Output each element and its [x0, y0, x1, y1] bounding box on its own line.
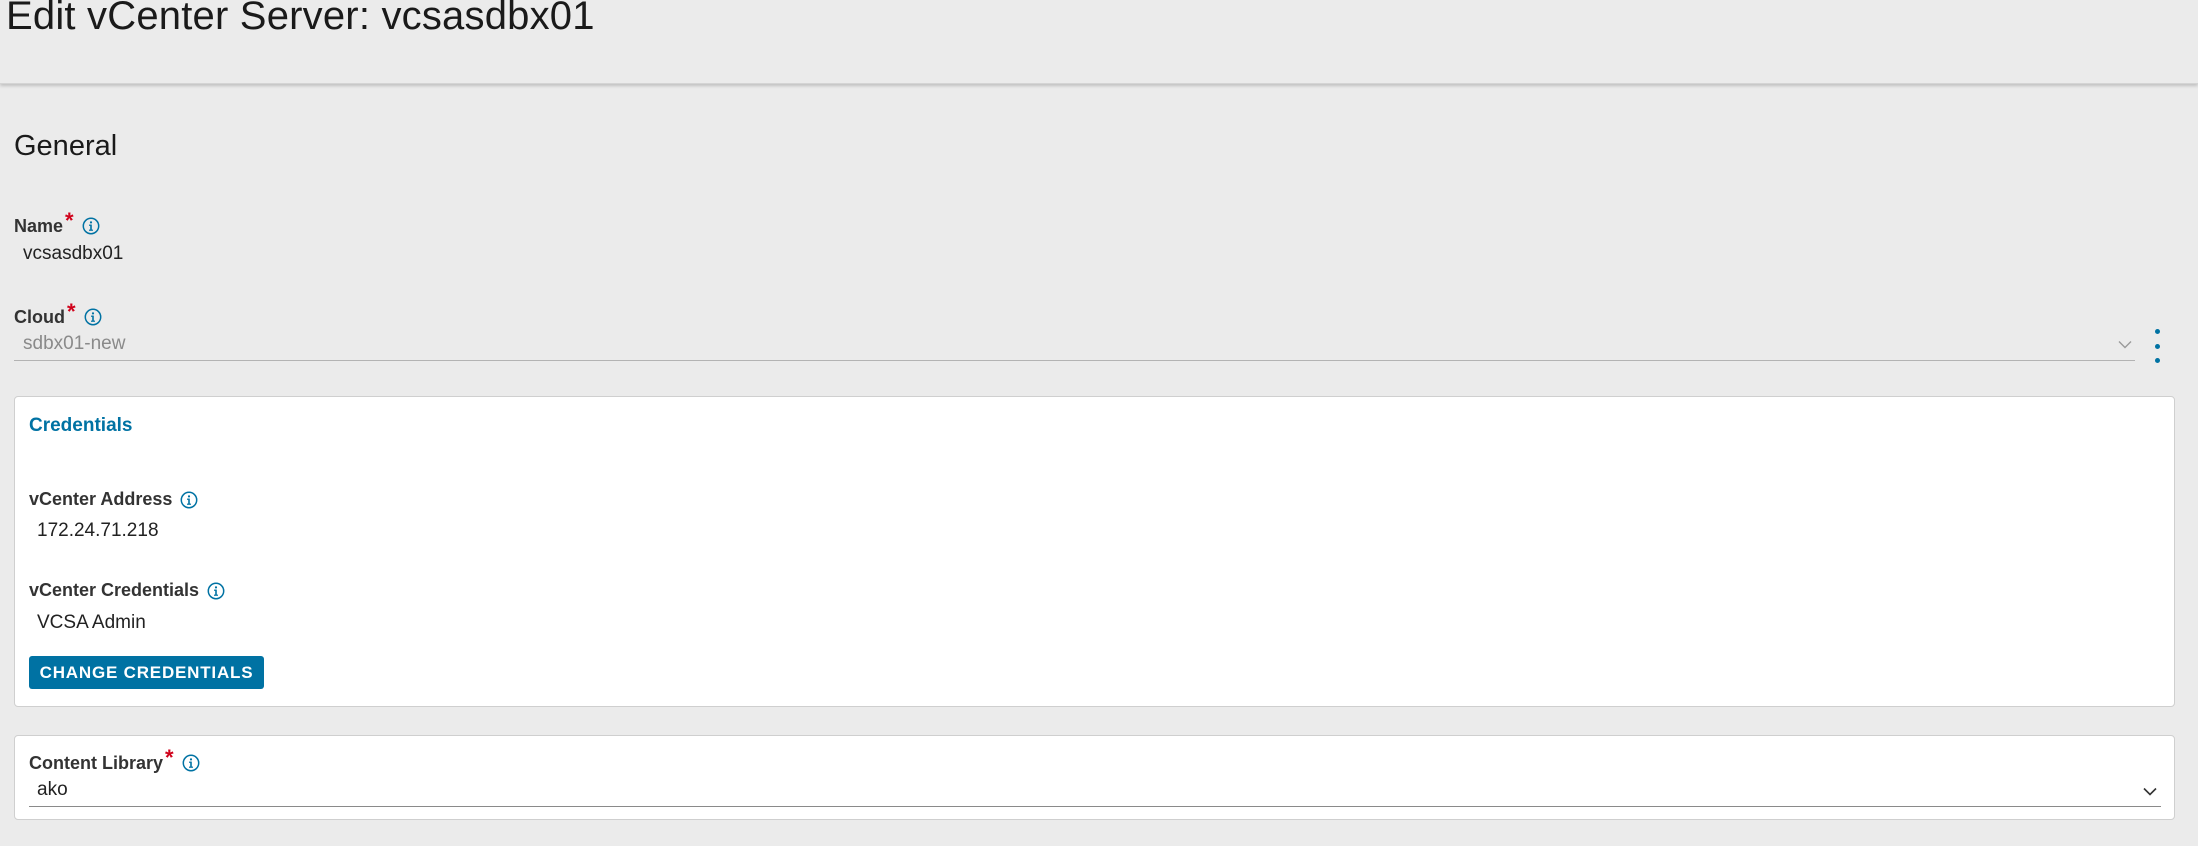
required-marker: * [65, 208, 74, 233]
vertical-ellipsis-icon-dot [2154, 358, 2160, 363]
vertical-ellipsis-icon-dot [2154, 329, 2160, 334]
required-marker: * [67, 299, 76, 324]
content-library-select[interactable]: ako [29, 776, 2161, 807]
cloud-field-label: Cloud * [14, 299, 102, 330]
info-icon[interactable] [207, 582, 225, 600]
page-title: Edit vCenter Server: vcsasdbx01 [6, 0, 595, 38]
info-icon[interactable] [182, 754, 200, 772]
info-icon[interactable] [84, 308, 102, 326]
page-header: Edit vCenter Server: vcsasdbx01 [0, 0, 2198, 84]
change-credentials-button[interactable]: CHANGE CREDENTIALS [29, 656, 264, 689]
vertical-ellipsis-icon-dot [2154, 343, 2160, 349]
content-library-label: Content Library * [29, 745, 200, 776]
credentials-card: Credentials vCenter Address 172.24.71.21… [14, 396, 2175, 707]
vcenter-address-label-text: vCenter Address [29, 489, 173, 509]
vcenter-address-value: 172.24.71.218 [37, 520, 159, 541]
content-library-select-value: ako [37, 779, 68, 800]
chevron-down-icon [2118, 341, 2132, 349]
vcenter-credentials-value: VCSA Admin [37, 612, 146, 633]
credentials-title: Credentials [29, 415, 133, 436]
cloud-select[interactable]: sdbx01-new [14, 330, 2135, 361]
section-title-general: General [14, 130, 118, 162]
cloud-select-value: sdbx01-new [23, 333, 126, 354]
name-label-text: Name [14, 215, 64, 236]
content-library-card: Content Library * ako [14, 735, 2175, 820]
chevron-down-icon [2143, 787, 2157, 796]
vcenter-credentials-label: vCenter Credentials [29, 580, 225, 601]
vcenter-credentials-label-text: vCenter Credentials [29, 580, 200, 600]
content-library-label-text: Content Library [29, 752, 164, 773]
required-marker: * [165, 745, 174, 770]
more-actions-button[interactable] [2150, 329, 2164, 363]
name-field-label: Name * [14, 208, 100, 239]
info-icon[interactable] [180, 491, 198, 509]
name-value: vcsasdbx01 [23, 243, 124, 264]
cloud-label-text: Cloud [14, 306, 65, 327]
info-icon[interactable] [82, 217, 100, 235]
vcenter-address-label: vCenter Address [29, 489, 198, 510]
